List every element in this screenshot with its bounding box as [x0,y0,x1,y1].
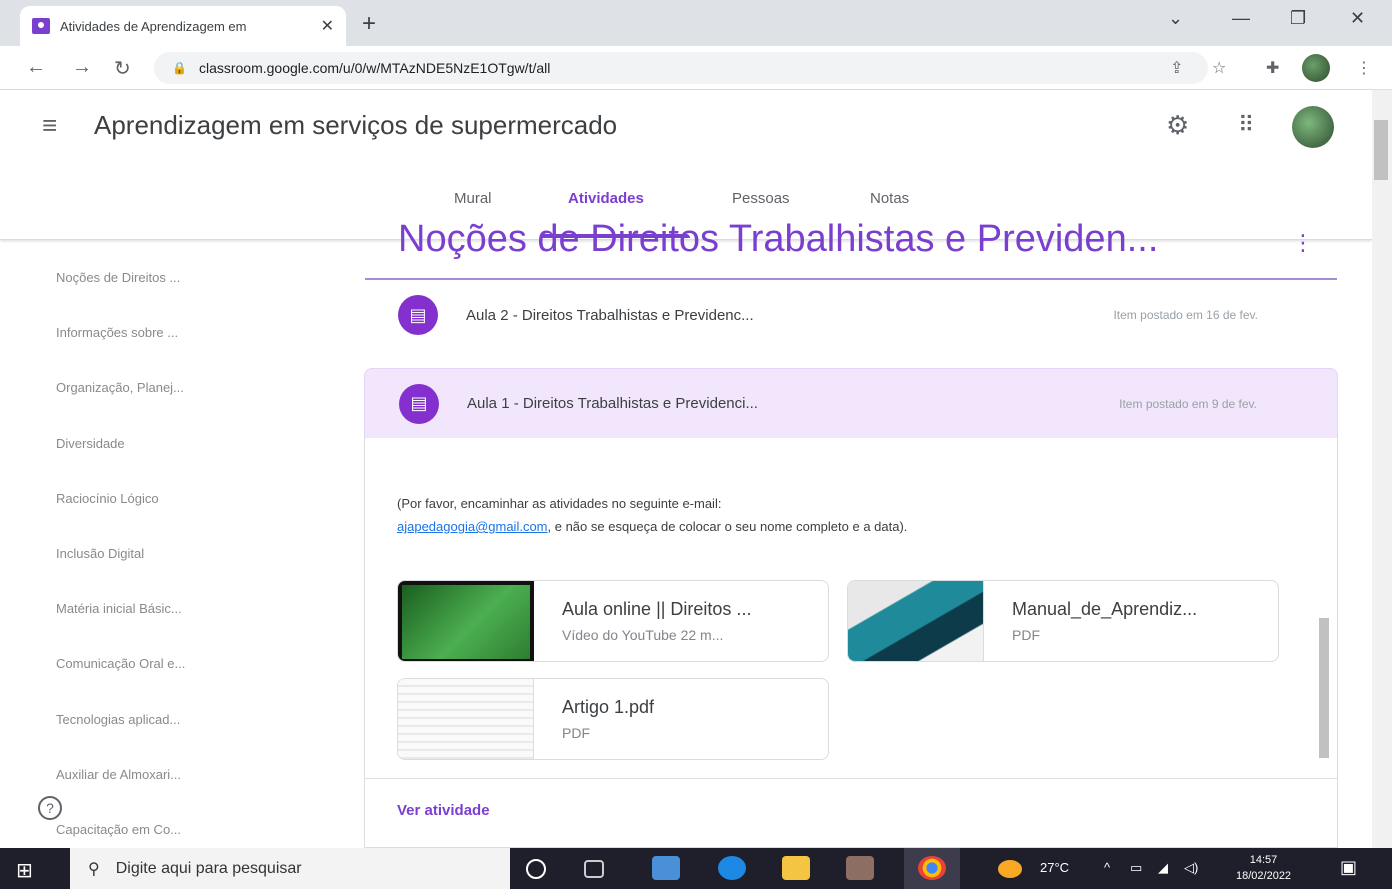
attachment-pdf-artigo[interactable]: Artigo 1.pdf PDF [397,678,829,760]
tab-pessoas[interactable]: Pessoas [732,190,790,207]
sidebar-topic[interactable]: Capacitação em Co... [56,822,181,837]
file-explorer-icon[interactable] [782,856,810,880]
detail-divider [365,778,1337,779]
tab-atividades[interactable]: Atividades [568,190,644,207]
app-icon[interactable] [652,856,680,880]
windows-taskbar: ⊞ ⚲ Digite aqui para pesquisar 27°C ^ ▭ … [0,848,1392,889]
browser-tab-strip: Atividades de Aprendizagem em ✕ + ⌄ — ❐ … [0,0,1392,46]
sidebar-topic[interactable]: Comunicação Oral e... [56,656,185,671]
windows-start-icon[interactable]: ⊞ [16,858,33,883]
sidebar-topic[interactable]: Organização, Planej... [56,380,184,395]
attachment-subtitle: Vídeo do YouTube 22 m... [562,627,724,643]
tab-title: Atividades de Aprendizagem em [60,18,247,34]
attachment-title: Manual_de_Aprendiz... [1012,599,1198,619]
weather-icon[interactable] [998,860,1022,878]
maximize-button[interactable]: ❐ [1290,8,1306,29]
item-title: Aula 2 - Direitos Trabalhistas e Previde… [466,306,754,324]
sidebar-topic[interactable]: Inclusão Digital [56,546,144,561]
search-icon: ⚲ [88,860,100,878]
forward-arrow-icon[interactable]: → [72,56,92,79]
taskbar-search[interactable]: ⚲ Digite aqui para pesquisar [70,848,510,889]
address-bar[interactable]: 🔒 classroom.google.com/u/0/w/MTAzNDE5NzE… [154,52,1208,84]
sidebar-topic[interactable]: Informações sobre ... [56,325,178,340]
sidebar-topic[interactable]: Matéria inicial Básic... [56,601,182,616]
apps-grid-icon[interactable]: ⠿ [1238,112,1254,138]
browser-menu-icon[interactable]: ⋮ [1356,58,1372,78]
item-date: Item postado em 9 de fev. [1119,396,1257,411]
tab-search-icon[interactable]: ⌄ [1168,8,1183,29]
topic-more-icon[interactable]: ⋮ [1292,230,1314,256]
item-date: Item postado em 16 de fev. [1113,308,1258,322]
view-activity-link[interactable]: Ver atividade [397,802,490,819]
pdf-thumbnail [398,679,534,759]
browser-profile-avatar[interactable] [1302,54,1330,82]
user-avatar[interactable] [1292,106,1334,148]
sidebar-topic[interactable]: Tecnologias aplicad... [56,712,180,727]
attachment-subtitle: PDF [1012,627,1040,643]
close-window-button[interactable]: ✕ [1350,8,1365,29]
date-text: 18/02/2022 [1236,870,1292,882]
classroom-favicon-icon [32,18,50,34]
network-icon[interactable]: ◢ [1158,860,1168,876]
share-icon[interactable]: ⇪ [1170,58,1183,78]
lock-icon[interactable]: 🔒 [172,61,187,75]
assignment-icon: ▤ [399,383,439,424]
app-icon[interactable] [846,856,874,880]
browser-tab[interactable]: Atividades de Aprendizagem em ✕ [20,6,346,46]
attachment-subtitle: PDF [562,725,590,741]
classwork-item-selected[interactable]: ▤ Aula 1 - Direitos Trabalhistas e Previ… [364,368,1338,438]
description-text: (Por favor, encaminhar as atividades no … [397,496,722,511]
sidebar-topic[interactable]: Raciocínio Lógico [56,491,159,506]
browser-toolbar: ← → ↻ 🔒 classroom.google.com/u/0/w/MTAzN… [0,46,1392,90]
tab-notas[interactable]: Notas [870,190,909,207]
volume-icon[interactable]: ◁) [1184,860,1198,876]
new-tab-button[interactable]: + [362,10,376,38]
attachment-pdf-manual[interactable]: Manual_de_Aprendiz... PDF [847,580,1279,662]
topics-sidebar: Noções de Direitos ... Informações sobre… [0,240,350,848]
help-icon[interactable]: ? [38,796,62,820]
description-text: , e não se esqueça de colocar o seu nome… [547,519,908,534]
topic-heading: Noções de Direitos Trabalhistas e Previd… [398,218,1159,260]
page-scrollbar-thumb[interactable] [1374,120,1388,180]
class-title[interactable]: Aprendizagem em serviços de supermercado [94,110,617,141]
item-description: (Por favor, encaminhar as atividades no … [397,492,957,538]
back-arrow-icon[interactable]: ← [26,56,46,79]
classwork-item[interactable]: ▤ Aula 2 - Direitos Trabalhistas e Previ… [364,280,1338,350]
video-thumbnail [398,581,534,661]
attachment-title: Aula online || Direitos ... [562,599,752,619]
sidebar-topic[interactable]: Auxiliar de Almoxari... [56,767,181,782]
taskbar-search-placeholder: Digite aqui para pesquisar [115,859,302,877]
minimize-button[interactable]: — [1232,8,1250,29]
page-scrollbar[interactable] [1372,90,1392,848]
attachment-youtube[interactable]: Aula online || Direitos ... Vídeo do You… [397,580,829,662]
time-text: 14:57 [1249,854,1278,866]
gear-icon[interactable]: ⚙ [1166,110,1189,141]
attachment-title: Artigo 1.pdf [562,697,655,717]
bookmark-star-icon[interactable]: ☆ [1212,58,1226,78]
cortana-icon[interactable] [526,859,546,879]
edge-icon[interactable] [718,856,746,880]
tray-app-icon[interactable]: ▭ [1130,860,1142,876]
extensions-puzzle-icon[interactable]: ✚ [1266,58,1279,78]
close-tab-icon[interactable]: ✕ [321,16,334,36]
reload-icon[interactable]: ↻ [114,56,131,81]
task-view-icon[interactable] [584,860,604,878]
chrome-icon[interactable] [918,856,946,880]
email-link[interactable]: ajapedagogia@gmail.com [397,519,548,534]
url-text[interactable]: classroom.google.com/u/0/w/MTAzNDE5NzE1O… [199,60,550,76]
pdf-thumbnail [848,581,984,661]
assignment-icon: ▤ [398,295,438,335]
hamburger-menu-icon[interactable]: ≡ [42,110,57,141]
notification-icon[interactable]: ▣ [1340,857,1357,878]
item-title: Aula 1 - Direitos Trabalhistas e Previde… [467,395,758,412]
temperature-text[interactable]: 27°C [1040,860,1069,875]
tab-mural[interactable]: Mural [454,190,492,207]
item-detail-panel: (Por favor, encaminhar as atividades no … [364,438,1338,848]
sidebar-topic[interactable]: Diversidade [56,436,125,451]
tray-chevron-icon[interactable]: ^ [1104,860,1110,875]
detail-scrollbar-thumb[interactable] [1319,618,1329,758]
clock[interactable]: 14:57 18/02/2022 [1236,852,1291,884]
sidebar-topic[interactable]: Noções de Direitos ... [56,270,180,285]
